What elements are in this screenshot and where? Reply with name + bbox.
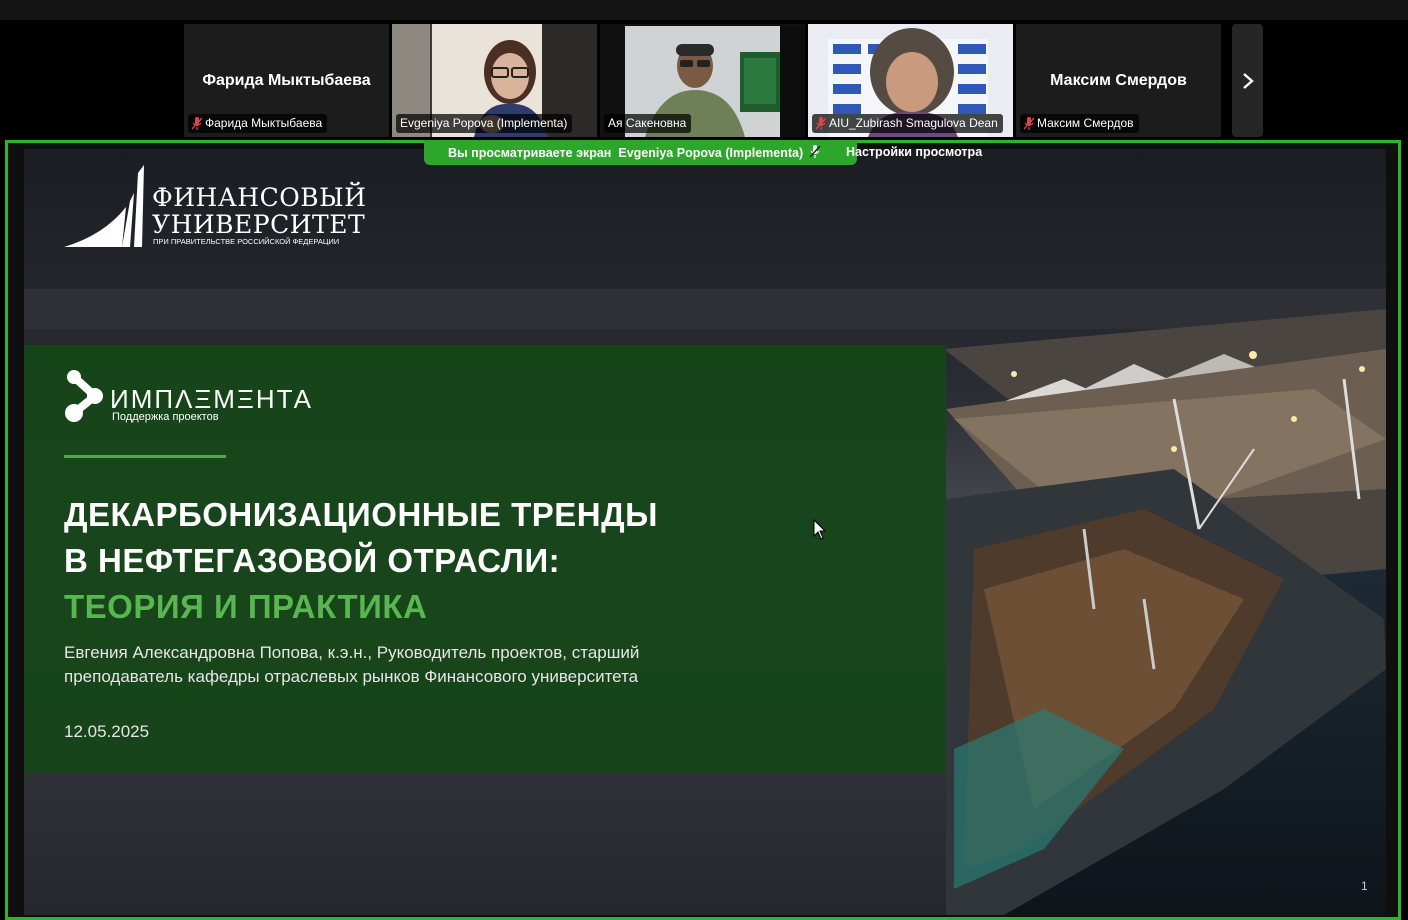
slide-title-line3: ТЕОРИЯ И ПРАКТИКА bbox=[64, 588, 428, 625]
slide-author-line1: Евгения Александровна Попова, к.э.н., Ру… bbox=[64, 643, 640, 662]
participant-tile[interactable]: Ая Сакеновна bbox=[600, 24, 805, 137]
top-bar bbox=[0, 0, 1408, 20]
fu-logo-line1: ФИНАНСОВЫЙ bbox=[152, 183, 367, 212]
chevron-right-icon bbox=[1242, 72, 1254, 89]
fu-logo-line2: УНИВЕРСИТЕТ bbox=[152, 210, 366, 239]
mouse-cursor-icon bbox=[813, 519, 827, 540]
participant-label: AIU_Zubirash Smagulova Dean bbox=[812, 114, 1003, 133]
participant-label: Ая Сакеновна bbox=[604, 114, 692, 133]
slide-author-line2: преподаватель кафедры отраслевых рынков … bbox=[64, 667, 639, 686]
implementa-logo-icon bbox=[65, 370, 103, 422]
fu-logo-icon bbox=[64, 165, 144, 247]
mic-off-icon bbox=[815, 116, 827, 130]
presentation-slide: ФИНАНСОВЫЙ УНИВЕРСИТЕТ ПРИ ПРАВИТЕЛЬСТВЕ… bbox=[24, 149, 1386, 915]
slide-page-number: 1 bbox=[1361, 879, 1368, 893]
slide-date: 12.05.2025 bbox=[64, 722, 150, 741]
implementa-logo-subtitle: Поддержка проектов bbox=[112, 411, 219, 423]
participant-label: Максим Смердов bbox=[1020, 114, 1139, 133]
slide-title-line1: ДЕКАРБОНИЗАЦИОННЫЕ ТРЕНДЫ bbox=[64, 496, 658, 533]
participant-strip: Фарида Мыктыбаева Фарида Мыктыбаева Evge… bbox=[0, 20, 1408, 140]
participant-tile[interactable]: Максим Смердов Максим Смердов bbox=[1016, 24, 1221, 137]
participant-name: Максим Смердов bbox=[1050, 72, 1187, 89]
participant-tile[interactable]: Фарида Мыктыбаева Фарида Мыктыбаева bbox=[184, 24, 389, 137]
presenter-mic-icon bbox=[809, 144, 821, 161]
title-divider bbox=[64, 455, 226, 458]
slide-title-line2: В НЕФТЕГАЗОВОЙ ОТРАСЛИ: bbox=[64, 542, 561, 579]
share-viewing-text: Вы просматриваете экран bbox=[448, 145, 612, 160]
next-participants-button[interactable] bbox=[1232, 24, 1263, 137]
participant-label: Evgeniya Popova (Implementa) bbox=[396, 114, 573, 133]
share-banner: Вы просматриваете экран Evgeniya Popova … bbox=[424, 140, 982, 165]
participant-name: Фарида Мыктыбаева bbox=[202, 72, 371, 89]
share-presenter-name: Evgeniya Popova (Implementa) bbox=[618, 145, 804, 160]
mic-off-icon bbox=[191, 116, 203, 130]
shared-screen: ФИНАНСОВЫЙ УНИВЕРСИТЕТ ПРИ ПРАВИТЕЛЬСТВЕ… bbox=[5, 140, 1401, 920]
participant-tile[interactable]: Evgeniya Popova (Implementa) bbox=[392, 24, 597, 137]
participant-label: Фарида Мыктыбаева bbox=[188, 114, 328, 133]
participant-tile[interactable]: AIU_Zubirash Smagulova Dean bbox=[808, 24, 1013, 137]
view-settings-button[interactable]: Настройки просмотра bbox=[846, 145, 982, 159]
mic-off-icon bbox=[1023, 116, 1035, 130]
fu-logo-line3: ПРИ ПРАВИТЕЛЬСТВЕ РОССИЙСКОЙ ФЕДЕРАЦИИ bbox=[153, 237, 340, 246]
